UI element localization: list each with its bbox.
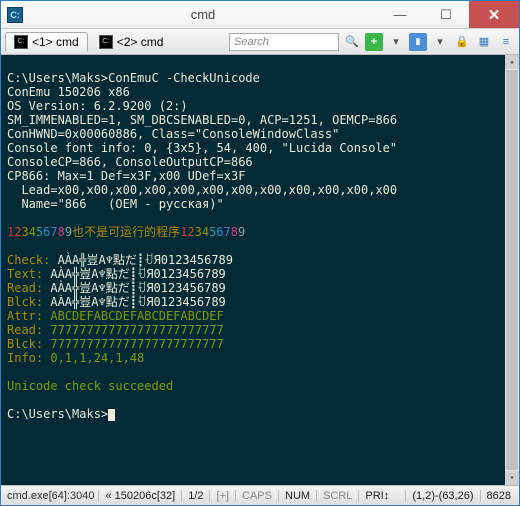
status-pri: PRI↕ bbox=[358, 490, 395, 502]
minimize-button[interactable]: — bbox=[377, 1, 423, 28]
dropdown-icon[interactable]: ▾ bbox=[387, 33, 405, 51]
cmd-icon: C: bbox=[99, 35, 113, 49]
grid-icon[interactable]: ▦ bbox=[475, 33, 493, 51]
split-button[interactable]: ▮ bbox=[409, 33, 427, 51]
status-scrl: SCRL bbox=[316, 490, 358, 502]
cmd-icon: C: bbox=[14, 35, 28, 49]
status-num: NUM bbox=[278, 490, 316, 502]
window-title: cmd bbox=[29, 7, 377, 22]
status-coords: (1,2)-(63,26) bbox=[405, 490, 479, 502]
titlebar: C: cmd — ☐ ✕ bbox=[1, 1, 519, 29]
scroll-down-icon[interactable]: ▾ bbox=[505, 471, 519, 485]
tab-label: <1> cmd bbox=[32, 35, 79, 49]
scroll-thumb[interactable] bbox=[506, 70, 518, 470]
status-chars: 8628 bbox=[480, 490, 517, 502]
status-bar: cmd.exe[64]:3040 « 150206c[32] 1/2 [+] C… bbox=[1, 485, 519, 505]
tab-2[interactable]: C: <2> cmd bbox=[90, 32, 173, 52]
new-console-button[interactable]: + bbox=[365, 33, 383, 51]
tab-label: <2> cmd bbox=[117, 35, 164, 49]
status-plus[interactable]: [+] bbox=[209, 490, 235, 502]
maximize-button[interactable]: ☐ bbox=[423, 1, 469, 28]
cursor bbox=[108, 409, 115, 421]
status-page: 1/2 bbox=[181, 490, 209, 502]
app-icon: C: bbox=[7, 7, 23, 23]
close-button[interactable]: ✕ bbox=[469, 1, 519, 28]
dropdown-icon[interactable]: ▾ bbox=[431, 33, 449, 51]
console-output[interactable]: C:\Users\Maks>ConEmuC -CheckUnicode ConE… bbox=[1, 55, 519, 485]
scroll-up-icon[interactable]: ▴ bbox=[505, 55, 519, 69]
rainbow-line: 123456789也不是可运行的程序123456789 bbox=[7, 225, 245, 239]
tab-bar: C: <1> cmd C: <2> cmd Search 🔍 + ▾ ▮ ▾ 🔒… bbox=[1, 29, 519, 55]
status-build: « 150206c[32] bbox=[98, 490, 181, 502]
status-caps: CAPS bbox=[235, 490, 278, 502]
scrollbar[interactable]: ▴ ▾ bbox=[505, 55, 519, 485]
status-process: cmd.exe[64]:3040 bbox=[3, 490, 98, 502]
tab-1[interactable]: C: <1> cmd bbox=[5, 32, 88, 52]
prompt: C:\Users\Maks> bbox=[7, 407, 108, 421]
lock-icon[interactable]: 🔒 bbox=[453, 33, 471, 51]
prompt: C:\Users\Maks> bbox=[7, 71, 108, 85]
search-input[interactable]: Search bbox=[229, 33, 339, 51]
success-message: Unicode check succeeded bbox=[7, 379, 173, 393]
menu-icon[interactable]: ≡ bbox=[497, 33, 515, 51]
search-icon[interactable]: 🔍 bbox=[343, 33, 361, 51]
